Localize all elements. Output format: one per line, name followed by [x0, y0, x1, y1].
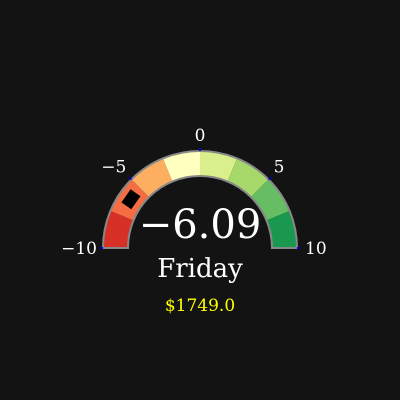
gauge-tick-label-1: −5: [101, 157, 126, 177]
gauge-tick-label-3: 5: [274, 157, 285, 177]
gauge-tick-1: [128, 176, 133, 181]
gauge-tick-label-2: 0: [195, 126, 206, 146]
gauge-tick-3: [267, 176, 272, 181]
gauge-tick-label-4: 10: [305, 239, 327, 259]
amount-label: $1749.0: [165, 296, 235, 316]
gauge-value: −6.09: [139, 202, 262, 248]
gauge-widget: −10 −5 0 5 10 −6.09 Friday $1749.0: [61, 126, 327, 316]
day-label: Friday: [157, 254, 243, 284]
gauge-tick-label-0: −10: [61, 239, 97, 259]
